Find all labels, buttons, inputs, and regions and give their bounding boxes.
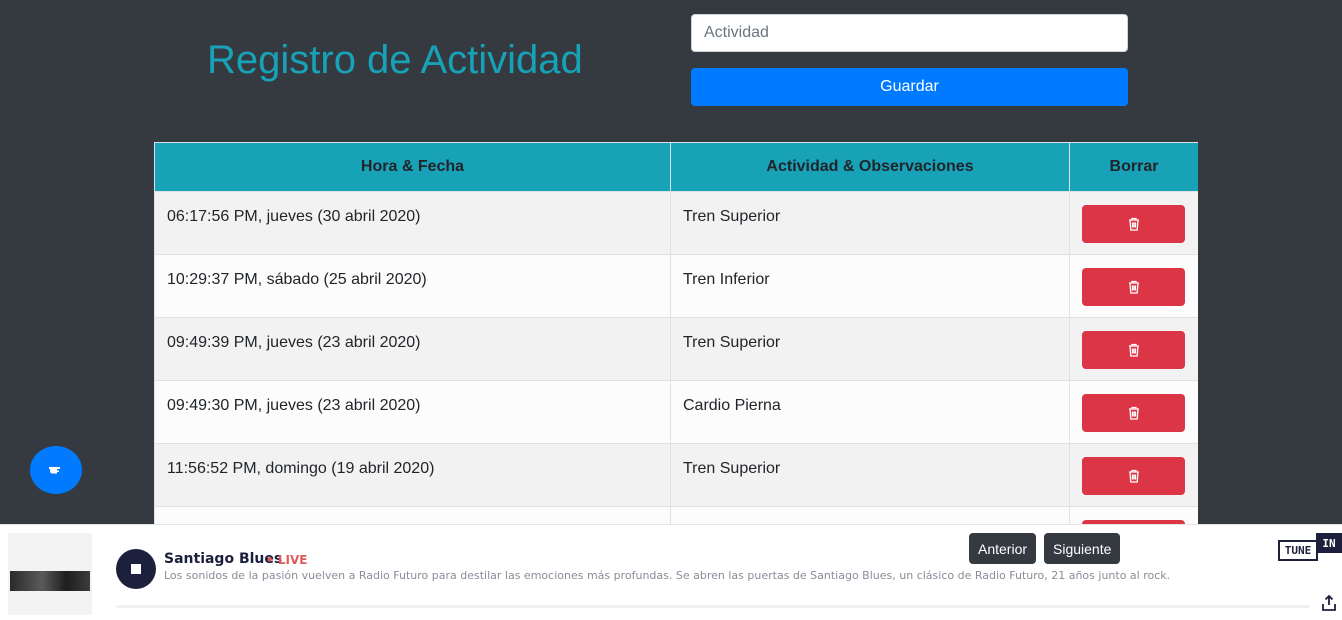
pointing-hand-icon <box>49 467 60 474</box>
delete-button[interactable] <box>1082 457 1185 495</box>
row-delete-cell <box>1069 254 1198 318</box>
row-delete-cell <box>1069 506 1198 524</box>
trash-icon <box>1128 280 1139 294</box>
station-thumbnail <box>8 533 92 615</box>
station-name: Santiago Blues <box>164 551 283 567</box>
previous-button[interactable]: Anterior <box>969 533 1037 564</box>
delete-button[interactable] <box>1082 205 1185 243</box>
live-badge: • LIVE <box>266 553 308 567</box>
activity-table: Hora & Fecha Actividad & Observaciones B… <box>154 142 1198 524</box>
trash-icon <box>1128 469 1139 483</box>
row-datetime: 11:56:52 PM, domingo (19 abril 2020) <box>154 443 671 507</box>
stop-icon <box>131 564 141 574</box>
table-row: 09:49:39 PM, jueves (23 abril 2020) Tren… <box>154 317 1198 381</box>
row-datetime: 09:49:39 PM, jueves (23 abril 2020) <box>154 317 671 381</box>
radio-player: Santiago Blues • LIVE Los sonidos de la … <box>0 524 1342 620</box>
station-description: Los sonidos de la pasión vuelven a Radio… <box>164 569 1171 582</box>
tunein-logo[interactable]: TUNE IN <box>1278 533 1342 561</box>
table-row: 10:29:37 PM, sábado (25 abril 2020) Tren… <box>154 254 1198 318</box>
table-row <box>154 506 1198 524</box>
table-header-row: Hora & Fecha Actividad & Observaciones B… <box>154 142 1198 192</box>
progress-track <box>116 605 1310 608</box>
delete-button[interactable] <box>1082 394 1185 432</box>
row-activity: Tren Superior <box>670 443 1070 507</box>
activity-input[interactable] <box>691 14 1128 52</box>
table-row: 06:17:56 PM, jueves (30 abril 2020) Tren… <box>154 191 1198 255</box>
save-button[interactable]: Guardar <box>691 68 1128 106</box>
row-activity <box>670 506 1070 524</box>
page-title: Registro de Actividad <box>207 38 583 82</box>
activity-table-container: Hora & Fecha Actividad & Observaciones B… <box>154 142 1198 524</box>
delete-button[interactable] <box>1082 268 1185 306</box>
column-header-delete: Borrar <box>1069 142 1198 192</box>
row-datetime: 06:17:56 PM, jueves (30 abril 2020) <box>154 191 671 255</box>
row-activity: Tren Inferior <box>670 254 1070 318</box>
column-header-activity: Actividad & Observaciones <box>670 142 1070 192</box>
row-delete-cell <box>1069 191 1198 255</box>
row-delete-cell <box>1069 317 1198 381</box>
stop-button[interactable] <box>116 549 156 589</box>
column-header-datetime: Hora & Fecha <box>154 142 671 192</box>
row-datetime: 10:29:37 PM, sábado (25 abril 2020) <box>154 254 671 318</box>
row-activity: Tren Superior <box>670 317 1070 381</box>
trash-icon <box>1128 343 1139 357</box>
row-datetime: 09:49:30 PM, jueves (23 abril 2020) <box>154 380 671 444</box>
row-delete-cell <box>1069 443 1198 507</box>
table-row: 11:56:52 PM, domingo (19 abril 2020) Tre… <box>154 443 1198 507</box>
delete-button[interactable] <box>1082 331 1185 369</box>
next-button[interactable]: Siguiente <box>1044 533 1121 564</box>
row-datetime <box>154 506 671 524</box>
trash-icon <box>1128 217 1139 231</box>
trash-icon <box>1128 406 1139 420</box>
table-row: 09:49:30 PM, jueves (23 abril 2020) Card… <box>154 380 1198 444</box>
row-activity: Cardio Pierna <box>670 380 1070 444</box>
row-activity: Tren Superior <box>670 191 1070 255</box>
floating-action-button[interactable] <box>30 446 82 494</box>
share-icon[interactable] <box>1322 595 1336 611</box>
row-delete-cell <box>1069 380 1198 444</box>
